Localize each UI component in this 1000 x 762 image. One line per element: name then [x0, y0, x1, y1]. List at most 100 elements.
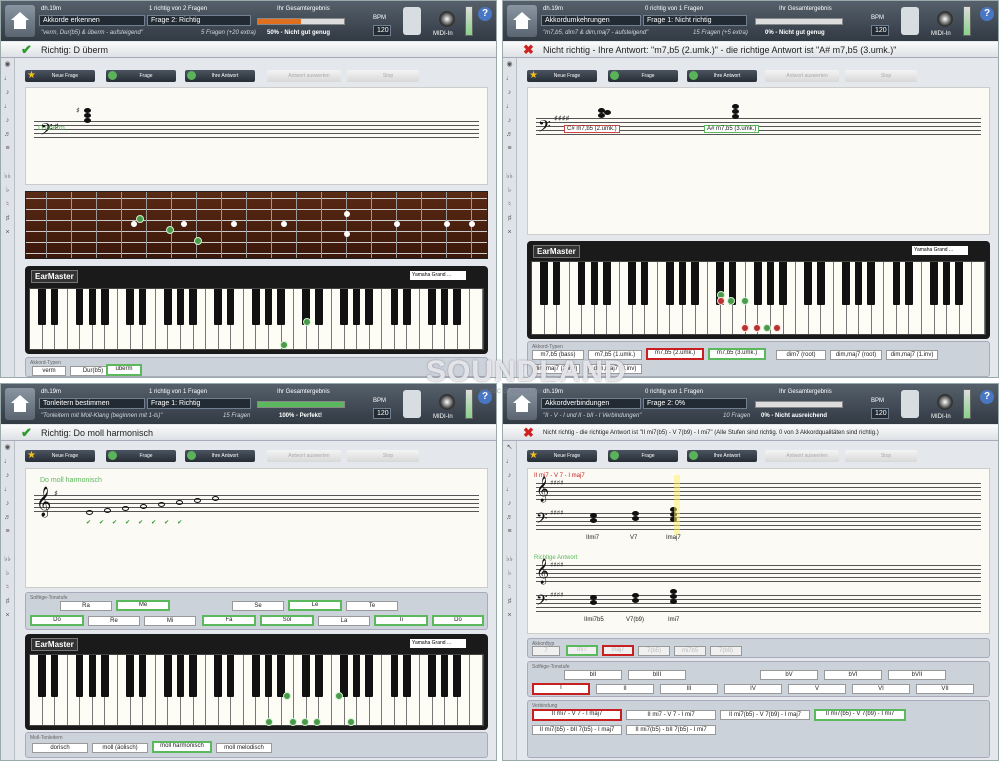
- solfege-se[interactable]: Se: [232, 601, 284, 611]
- black-key[interactable]: [38, 289, 46, 325]
- black-key[interactable]: [214, 655, 222, 697]
- degree-III[interactable]: III: [660, 684, 718, 694]
- black-key[interactable]: [176, 289, 185, 325]
- solfege-le[interactable]: Le: [288, 600, 342, 611]
- volume-slider[interactable]: [963, 6, 971, 36]
- degree-VII[interactable]: VII: [916, 684, 974, 694]
- black-key[interactable]: [905, 262, 913, 306]
- black-key[interactable]: [252, 655, 260, 697]
- guitar-icon[interactable]: ♬: [1, 128, 14, 142]
- volume-slider[interactable]: [963, 389, 971, 419]
- your-answer-button[interactable]: Ihre Antwort: [185, 70, 255, 82]
- black-key[interactable]: [666, 262, 674, 306]
- black-key[interactable]: [691, 262, 699, 306]
- black-key[interactable]: [352, 289, 361, 325]
- black-key[interactable]: [453, 655, 461, 697]
- black-key[interactable]: [164, 289, 172, 325]
- black-key[interactable]: [340, 655, 348, 697]
- instrument-select[interactable]: Yamaha Grand ...: [410, 639, 466, 648]
- question-button[interactable]: Frage: [106, 450, 176, 462]
- help-icon[interactable]: ?: [980, 390, 994, 404]
- quality-7b5[interactable]: 7(b5): [638, 646, 670, 656]
- answer-moll-harmonisch[interactable]: moll harmonisch: [152, 741, 212, 753]
- black-key[interactable]: [892, 262, 901, 306]
- note-icon[interactable]: ♪: [1, 114, 14, 128]
- new-question-button[interactable]: ★ Neue Frage: [527, 70, 597, 82]
- answer-moll-aolisch[interactable]: moll (äolisch): [92, 743, 148, 753]
- black-key[interactable]: [766, 262, 775, 306]
- degree-bVII[interactable]: bVII: [888, 670, 946, 680]
- eye-icon[interactable]: ◉: [1, 58, 14, 72]
- black-key[interactable]: [678, 262, 687, 306]
- answer-m7b5-3umk[interactable]: m7,b5 (3.umk.): [708, 348, 766, 360]
- degree-V[interactable]: V: [788, 684, 846, 694]
- solfege-do-high[interactable]: Do: [432, 615, 484, 626]
- home-button[interactable]: [507, 5, 537, 37]
- black-key[interactable]: [315, 289, 323, 325]
- answer-m7b5-2umk[interactable]: m7,b5 (2.umk.): [646, 348, 704, 360]
- quality-maj7[interactable]: maj7: [602, 645, 634, 656]
- solfege-la[interactable]: La: [318, 616, 370, 626]
- black-key[interactable]: [590, 262, 599, 306]
- black-key[interactable]: [302, 655, 310, 697]
- metronome-icon[interactable]: [403, 390, 421, 418]
- black-key[interactable]: [138, 655, 147, 697]
- degree-bVI[interactable]: bVI: [824, 670, 882, 680]
- black-key[interactable]: [264, 655, 273, 697]
- quality-mi7[interactable]: mi7: [566, 645, 598, 656]
- flat-icon[interactable]: ♭♭: [1, 170, 14, 184]
- stop-button[interactable]: Stop: [347, 70, 419, 82]
- solfege-re[interactable]: Re: [88, 616, 140, 626]
- black-key[interactable]: [226, 655, 235, 697]
- double-sharp-icon[interactable]: ×: [1, 226, 14, 240]
- black-key[interactable]: [640, 262, 649, 306]
- your-answer-button[interactable]: Ihre Antwort: [687, 450, 757, 462]
- degree-bIII[interactable]: bIII: [628, 670, 686, 680]
- note-icon[interactable]: ♩: [1, 100, 14, 114]
- volume-slider[interactable]: [465, 389, 473, 419]
- instrument-select[interactable]: Yamaha Grand ...: [410, 271, 466, 280]
- black-key[interactable]: [540, 262, 548, 306]
- black-key[interactable]: [779, 262, 787, 306]
- degree-I[interactable]: I: [532, 683, 590, 695]
- stop-button[interactable]: Stop: [347, 450, 419, 462]
- black-key[interactable]: [428, 655, 436, 697]
- help-icon[interactable]: ?: [980, 7, 994, 21]
- midi-in-icon[interactable]: [439, 394, 455, 410]
- solfege-do[interactable]: Do: [30, 615, 84, 626]
- black-key[interactable]: [315, 655, 323, 697]
- flat-icon[interactable]: ♭: [1, 184, 14, 198]
- black-key[interactable]: [101, 655, 109, 697]
- black-key[interactable]: [75, 289, 84, 325]
- your-answer-button[interactable]: Ihre Antwort: [185, 450, 255, 462]
- metronome-icon[interactable]: [901, 390, 919, 418]
- answer-dim7-root[interactable]: dim7 (root): [776, 350, 826, 360]
- question-button[interactable]: Frage: [608, 450, 678, 462]
- black-key[interactable]: [176, 655, 185, 697]
- answer-uberm[interactable]: überm: [106, 364, 142, 376]
- degree-bV[interactable]: bV: [760, 670, 818, 680]
- prog-ii-v-i-maj7[interactable]: II mi7 - V 7 - I maj7: [532, 709, 622, 721]
- black-key[interactable]: [101, 289, 109, 325]
- check-answer-button[interactable]: Antwort auswerten: [765, 450, 839, 462]
- black-key[interactable]: [88, 289, 97, 325]
- black-key[interactable]: [603, 262, 611, 306]
- quality-7b9[interactable]: 7(b9): [710, 646, 742, 656]
- black-key[interactable]: [440, 655, 449, 697]
- black-key[interactable]: [138, 289, 147, 325]
- new-question-button[interactable]: ★ Neue Frage: [25, 450, 95, 462]
- degree-II[interactable]: II: [596, 684, 654, 694]
- black-key[interactable]: [126, 655, 134, 697]
- black-key[interactable]: [577, 262, 586, 306]
- black-key[interactable]: [428, 289, 436, 325]
- answer-verm[interactable]: verm: [32, 366, 66, 376]
- piano-icon[interactable]: ≡: [1, 142, 14, 156]
- black-key[interactable]: [390, 289, 399, 325]
- note-icon[interactable]: ♩: [1, 72, 14, 86]
- sharp-icon[interactable]: ♯: [1, 212, 14, 226]
- bpm-input[interactable]: 120: [373, 408, 391, 419]
- black-key[interactable]: [365, 655, 373, 697]
- black-key[interactable]: [453, 289, 461, 325]
- black-key[interactable]: [867, 262, 875, 306]
- answer-moll-melodisch[interactable]: moll melodisch: [216, 743, 272, 753]
